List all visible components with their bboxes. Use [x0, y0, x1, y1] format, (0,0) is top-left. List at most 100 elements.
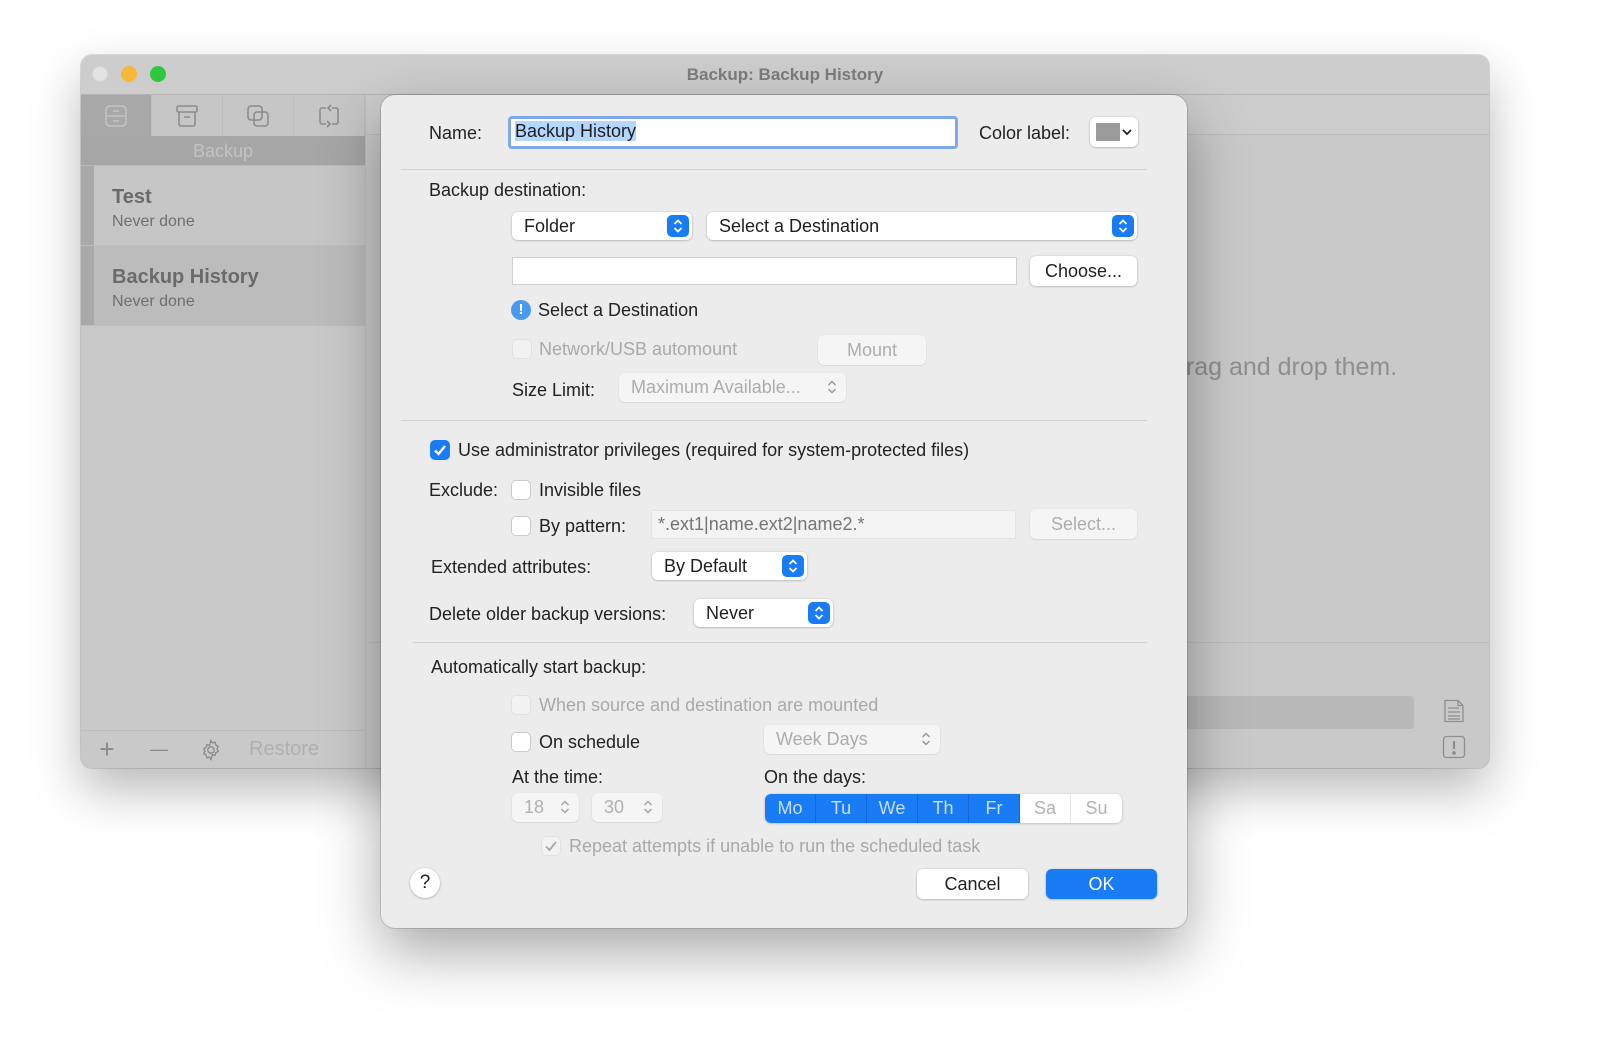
admin-privileges-label: Use administrator privileges (required f…: [458, 440, 970, 460]
invisible-files-label: Invisible files: [539, 480, 642, 500]
exclude-label: Exclude:: [429, 480, 499, 500]
extended-attributes-value: By Default: [664, 556, 748, 576]
color-swatch: [1096, 123, 1120, 141]
sidebar-item-backup-history[interactable]: Backup History Never done: [81, 246, 365, 326]
help-button[interactable]: ?: [410, 868, 440, 898]
info-exclamation-icon: !: [511, 300, 531, 320]
name-label: Name:: [429, 123, 483, 143]
choose-button[interactable]: Choose...: [1030, 256, 1137, 286]
window-title: Backup: Backup History: [686, 65, 884, 84]
destination-type-popup[interactable]: Folder: [512, 212, 692, 240]
size-limit-popup[interactable]: Maximum Available...: [619, 373, 846, 402]
time-label: At the time:: [512, 767, 604, 787]
ok-button[interactable]: OK: [1046, 869, 1157, 899]
up-down-chevron-icon: [643, 800, 653, 814]
name-input-value: Backup History: [515, 121, 637, 141]
color-strip: [81, 166, 94, 245]
by-pattern-checkbox[interactable]: [511, 516, 531, 536]
popup-stepper-icon: [782, 555, 804, 577]
on-schedule-checkbox[interactable]: [511, 732, 531, 752]
item-name: Test: [112, 186, 152, 208]
schedule-frequency-value: Week Days: [776, 729, 868, 749]
document-icon[interactable]: [1442, 699, 1466, 723]
checkmark-icon: [434, 445, 446, 456]
pattern-input[interactable]: [651, 510, 1016, 539]
sidebar-item-test[interactable]: Test Never done: [81, 166, 365, 246]
hour-stepper[interactable]: 18: [512, 793, 579, 822]
extended-attributes-label: Extended attributes:: [431, 557, 592, 577]
popup-stepper-icon: [667, 215, 689, 237]
automount-label: Network/USB automount: [539, 339, 738, 359]
minute-stepper[interactable]: 30: [592, 793, 662, 822]
day-tuesday[interactable]: Tu: [816, 794, 867, 823]
up-down-chevron-icon: [827, 380, 837, 394]
sidebar-section-title: Backup: [81, 136, 365, 166]
destination-type-value: Folder: [524, 216, 576, 236]
popup-stepper-icon: [808, 602, 830, 624]
by-pattern-label: By pattern:: [539, 516, 627, 536]
title-bar: Backup: Backup History: [81, 55, 1489, 95]
day-saturday[interactable]: Sa: [1020, 794, 1071, 823]
schedule-frequency-popup[interactable]: Week Days: [764, 725, 940, 754]
minute-value: 30: [604, 797, 625, 817]
mount-button[interactable]: Mount: [818, 335, 926, 365]
chevron-down-icon: [1122, 129, 1132, 136]
on-schedule-label: On schedule: [539, 732, 641, 752]
day-wednesday[interactable]: We: [867, 794, 918, 823]
checkmark-icon: [545, 841, 557, 852]
when-mounted-label: When source and destination are mounted: [539, 695, 879, 715]
repeat-attempts-checkbox[interactable]: [541, 836, 561, 856]
destination-path-input[interactable]: [512, 257, 1017, 285]
delete-older-popup[interactable]: Never: [694, 599, 833, 627]
automount-checkbox[interactable]: [512, 339, 532, 359]
backup-destination-label: Backup destination:: [429, 180, 587, 200]
sidebar-tabs: [81, 95, 365, 136]
hour-value: 18: [524, 797, 545, 817]
color-label-popup[interactable]: [1090, 117, 1138, 147]
tab-archive[interactable]: [152, 95, 223, 136]
progress-bar: [1177, 696, 1414, 729]
destination-target-popup[interactable]: Select a Destination: [707, 212, 1137, 240]
divider: [401, 420, 1147, 421]
restore-button[interactable]: Restore: [249, 738, 319, 761]
cancel-button[interactable]: Cancel: [917, 869, 1028, 899]
select-pattern-button[interactable]: Select...: [1030, 509, 1137, 539]
add-button[interactable]: +: [81, 734, 133, 765]
day-thursday[interactable]: Th: [918, 794, 969, 823]
up-down-chevron-icon: [921, 732, 931, 746]
day-friday[interactable]: Fr: [969, 794, 1020, 823]
repeat-attempts-label: Repeat attempts if unable to run the sch…: [569, 836, 981, 856]
tab-copy[interactable]: [223, 95, 294, 136]
gear-icon: [202, 738, 220, 761]
auto-start-label: Automatically start backup:: [431, 657, 647, 677]
item-status: Never done: [112, 213, 195, 230]
color-label-label: Color label:: [979, 123, 1071, 143]
sidebar: Backup Test Never done Backup History Ne…: [81, 95, 366, 768]
divider: [413, 642, 1147, 643]
days-segmented-control: Mo Tu We Th Fr Sa Su: [765, 794, 1122, 823]
settings-button[interactable]: [185, 738, 237, 762]
cabinet-icon: [105, 104, 127, 127]
tab-sync[interactable]: [294, 95, 365, 136]
destination-warning-text: Select a Destination: [538, 300, 699, 320]
sync-icon: [319, 103, 339, 128]
remove-button[interactable]: —: [133, 739, 185, 760]
tab-backup[interactable]: [81, 95, 152, 136]
size-limit-value: Maximum Available...: [631, 377, 801, 397]
admin-privileges-checkbox[interactable]: [430, 440, 450, 460]
sidebar-footer: + — Restore: [81, 730, 365, 768]
extended-attributes-popup[interactable]: By Default: [652, 552, 807, 580]
day-sunday[interactable]: Su: [1071, 794, 1122, 823]
up-down-chevron-icon: [560, 800, 570, 814]
archive-box-icon: [176, 104, 198, 127]
invisible-files-checkbox[interactable]: [511, 480, 531, 500]
day-monday[interactable]: Mo: [765, 794, 816, 823]
name-input[interactable]: Backup History: [508, 116, 958, 149]
when-mounted-checkbox[interactable]: [511, 695, 531, 715]
popup-stepper-icon: [1112, 215, 1134, 237]
empty-hint-text: drag and drop them.: [1172, 353, 1398, 381]
color-strip: [81, 246, 94, 325]
destination-target-value: Select a Destination: [719, 216, 880, 236]
exclamation-box-icon[interactable]: [1442, 735, 1466, 759]
days-label: On the days:: [764, 767, 867, 787]
